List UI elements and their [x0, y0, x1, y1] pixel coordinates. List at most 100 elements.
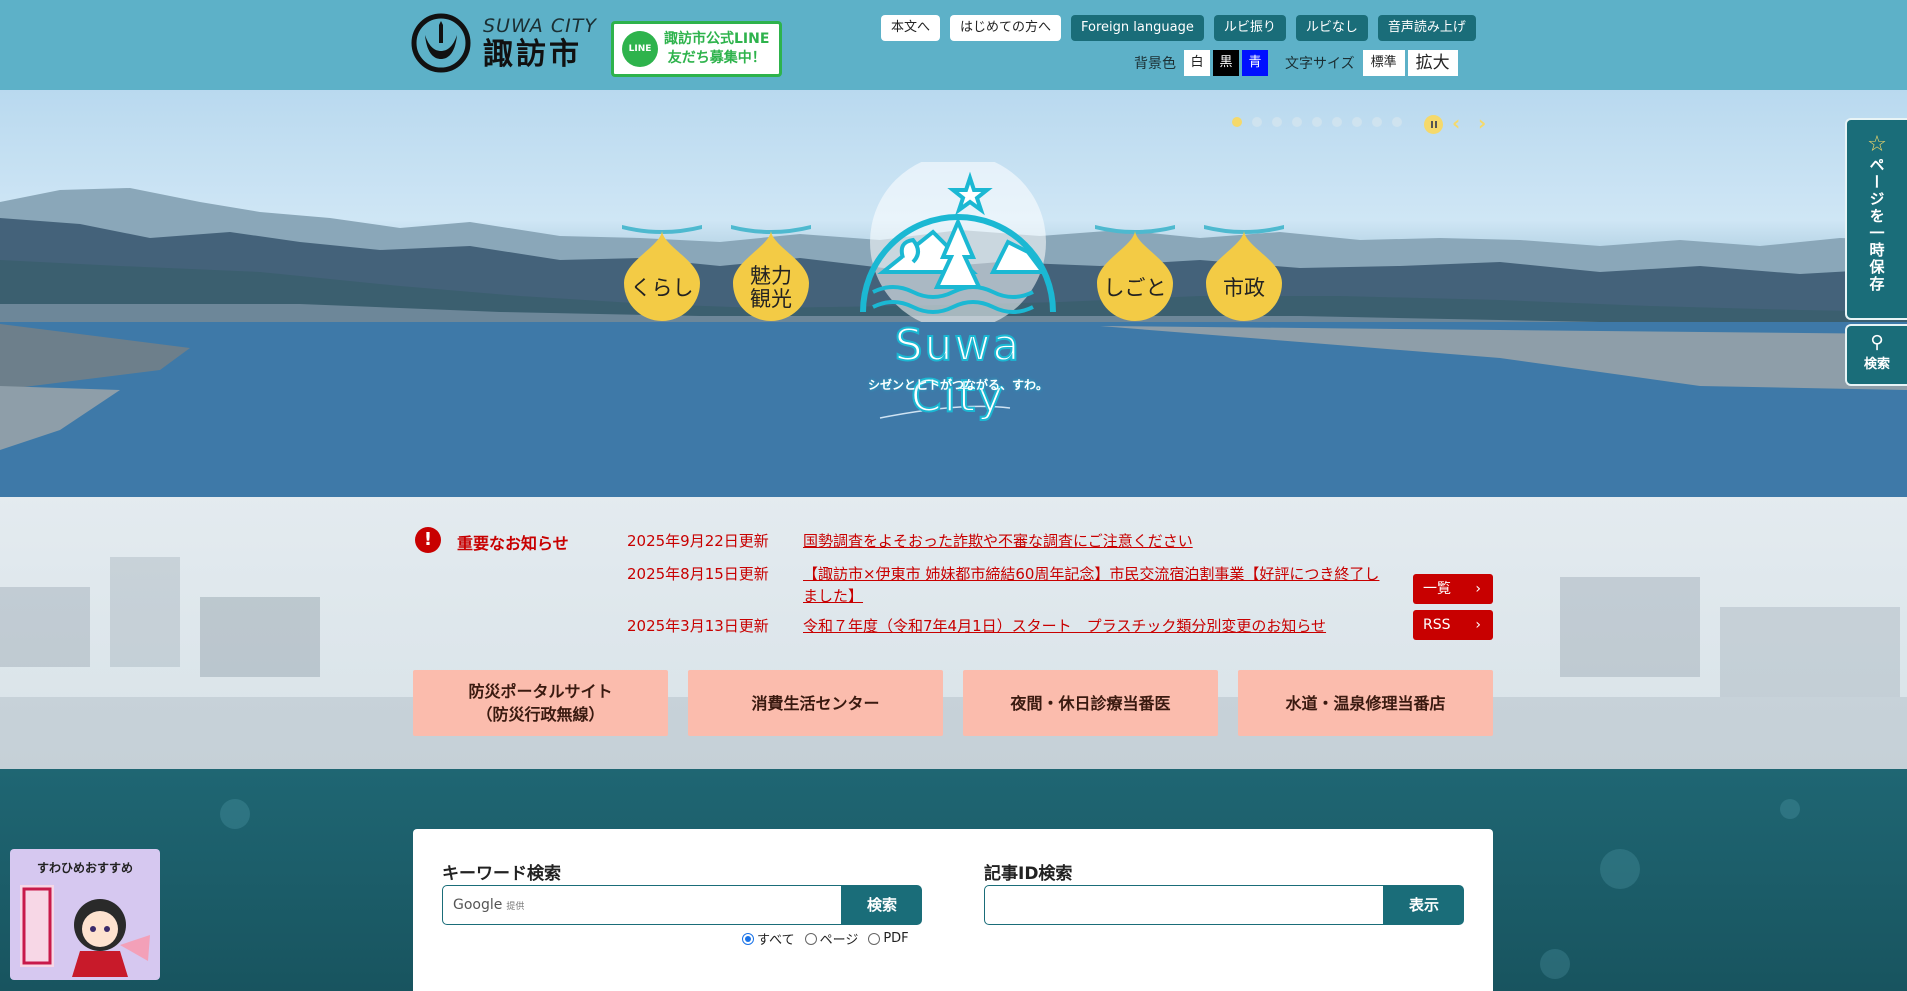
search-icon: ⚲ — [1870, 332, 1884, 353]
slide-indicators — [1232, 117, 1402, 127]
city-emblem-icon — [411, 13, 471, 73]
nav-shigoto[interactable]: しごと — [1095, 225, 1175, 321]
article-id-input[interactable] — [984, 885, 1384, 925]
slide-dot[interactable] — [1272, 117, 1282, 127]
bokeh-decoration — [1780, 799, 1800, 819]
chevron-left-icon[interactable]: ‹ — [1452, 112, 1468, 134]
article-id-search-title: 記事ID検索 — [984, 864, 1073, 884]
google-brand: Google — [453, 897, 503, 913]
foreign-language-button[interactable]: Foreign language — [1071, 15, 1204, 41]
news-date: 2025年8月15日更新 — [627, 565, 769, 583]
chevron-right-icon[interactable]: › — [1478, 112, 1494, 134]
logo-english: SUWA CITY — [483, 14, 597, 37]
emblem-icon — [860, 154, 1056, 330]
keyword-search-title: キーワード検索 — [442, 864, 561, 884]
site-logo[interactable]: SUWA CITY 諏訪市 — [411, 12, 597, 74]
keyword-search-input[interactable]: Google 提供 — [442, 885, 842, 925]
important-notices: ! 重要なお知らせ 2025年9月22日更新 国勢調査をよそおった詐欺や不審な調… — [0, 497, 1907, 769]
article-id-show-button[interactable]: 表示 — [1384, 885, 1464, 925]
search-scope-options: すべて ページ PDF — [742, 929, 909, 948]
read-aloud-button[interactable]: 音声読み上げ — [1377, 15, 1476, 41]
keyword-search-button[interactable]: 検索 — [842, 885, 922, 925]
news-list-button[interactable]: 一覧 › — [1413, 574, 1493, 604]
news-list-label: 一覧 — [1423, 581, 1451, 597]
scope-pdf-radio[interactable]: PDF — [868, 929, 909, 948]
news-item: 2025年8月15日更新 【諏訪市×伊東市 姉妹都市締結60周年記念】市民交流宿… — [627, 563, 1393, 607]
suwahime-title: すわひめおすすめ — [36, 861, 133, 875]
news-item: 2025年9月22日更新 国勢調査をよそおった詐欺や不審な調査にご注意ください — [627, 530, 1193, 552]
news-link[interactable]: 国勢調査をよそおった詐欺や不審な調査にご注意ください — [803, 530, 1193, 552]
search-section: キーワード検索 Google 提供 検索 すべて ページ PDF 記事ID検索 表… — [0, 769, 1907, 991]
bg-white-button[interactable]: 白 — [1184, 50, 1210, 76]
first-visit-button[interactable]: はじめての方へ — [950, 15, 1062, 41]
scope-label: PDF — [883, 931, 909, 946]
alert-icon: ! — [415, 527, 441, 553]
radio-icon — [804, 932, 817, 945]
google-provided-label: 提供 — [506, 902, 525, 912]
radio-icon — [868, 932, 881, 945]
slide-dot[interactable] — [1292, 117, 1302, 127]
bg-color-label: 背景色 — [1134, 56, 1176, 72]
skip-to-content-button[interactable]: 本文へ — [881, 15, 941, 41]
line-banner-line2: 友だち募集中！ — [667, 50, 766, 66]
nav-miryoku-kanko[interactable]: 魅力 観光 — [731, 225, 811, 321]
emblem-tagline: シゼンとヒトがつながる、すわ。 — [867, 378, 1048, 392]
rss-button[interactable]: RSS › — [1413, 610, 1493, 640]
slide-dot[interactable] — [1372, 117, 1382, 127]
disaster-portal-button[interactable]: 防災ポータルサイト （防災行政無線） — [413, 670, 668, 736]
bg-black-button[interactable]: 黒 — [1213, 50, 1239, 76]
ruby-on-button[interactable]: ルビ振り — [1213, 15, 1286, 41]
slide-dot[interactable] — [1232, 117, 1242, 127]
search-tab-label: 検索 — [1863, 357, 1890, 372]
bg-blue-button[interactable]: 青 — [1242, 50, 1268, 76]
search-tab[interactable]: ⚲ 検索 — [1845, 324, 1907, 386]
line-banner-line1: 諏訪市公式LINE — [664, 31, 770, 47]
font-size-normal-button[interactable]: 標準 — [1362, 50, 1405, 76]
save-page-tab[interactable]: ☆ ページを一時保存 — [1845, 118, 1907, 320]
line-icon: LINE — [622, 31, 658, 67]
bokeh-decoration — [220, 799, 250, 829]
display-options: 背景色 白 黒 青 文字サイズ 標準 拡大 — [1134, 50, 1461, 76]
night-holiday-clinic-button[interactable]: 夜間・休日診療当番医 — [963, 670, 1218, 736]
slideshow-pause-button[interactable] — [1424, 115, 1443, 134]
line-official-banner[interactable]: LINE 諏訪市公式LINE 友だち募集中！ — [611, 21, 782, 77]
scope-label: ページ — [819, 933, 859, 948]
rss-label: RSS — [1423, 617, 1451, 633]
chevron-right-icon: › — [1475, 581, 1481, 597]
bokeh-decoration — [1600, 849, 1640, 889]
news-item: 2025年3月13日更新 令和７年度（令和7年4月1日）スタート プラスチック類… — [627, 615, 1326, 637]
slide-dot[interactable] — [1392, 117, 1402, 127]
slide-dot[interactable] — [1312, 117, 1322, 127]
scope-page-radio[interactable]: ページ — [804, 929, 859, 948]
news-link[interactable]: 【諏訪市×伊東市 姉妹都市締結60周年記念】市民交流宿泊割事業【好評につき終了し… — [803, 563, 1393, 607]
nav-label: 魅力 観光 — [750, 264, 792, 311]
star-icon: ☆ — [1867, 132, 1887, 157]
scope-label: すべて — [757, 933, 795, 948]
suwa-city-brand-emblem: Suwa City シゼンとヒトがつながる、すわ。 — [843, 154, 1073, 423]
important-notice-title: 重要なお知らせ — [457, 534, 569, 553]
slide-dot[interactable] — [1352, 117, 1362, 127]
font-size-large-button[interactable]: 拡大 — [1407, 50, 1458, 76]
font-size-label: 文字サイズ — [1285, 56, 1355, 72]
nav-shisei[interactable]: 市政 — [1204, 225, 1284, 321]
scope-all-radio[interactable]: すべて — [742, 929, 795, 948]
news-link[interactable]: 令和７年度（令和7年4月1日）スタート プラスチック類分別変更のお知らせ — [803, 615, 1326, 637]
logo-japanese: 諏訪市 — [483, 36, 582, 72]
emblem-title: Suwa City — [894, 319, 1022, 423]
consumer-center-button[interactable]: 消費生活センター — [688, 670, 943, 736]
plumbing-repair-button[interactable]: 水道・温泉修理当番店 — [1238, 670, 1493, 736]
news-date: 2025年9月22日更新 — [627, 532, 769, 550]
nav-label: 市政 — [1223, 276, 1265, 300]
search-panel: キーワード検索 Google 提供 検索 すべて ページ PDF 記事ID検索 表… — [413, 829, 1493, 991]
nav-kurashi[interactable]: くらし — [622, 225, 702, 321]
ruby-off-button[interactable]: ルビなし — [1295, 15, 1368, 41]
slide-dot[interactable] — [1332, 117, 1342, 127]
hero-slideshow: ‹ › くらし 魅力 観光 しごと 市政 Suwa City シゼンとヒトがつな… — [0, 90, 1907, 497]
save-page-label: ページを一時保存 — [1867, 157, 1886, 293]
nav-label: しごと — [1103, 276, 1167, 300]
suwahime-recommend-banner[interactable]: すわひめおすすめ — [10, 849, 160, 980]
bokeh-decoration — [1540, 949, 1570, 979]
quick-links: 防災ポータルサイト （防災行政無線） 消費生活センター 夜間・休日診療当番医 水… — [413, 670, 1493, 736]
radio-selected-icon — [742, 932, 754, 945]
slide-dot[interactable] — [1252, 117, 1262, 127]
